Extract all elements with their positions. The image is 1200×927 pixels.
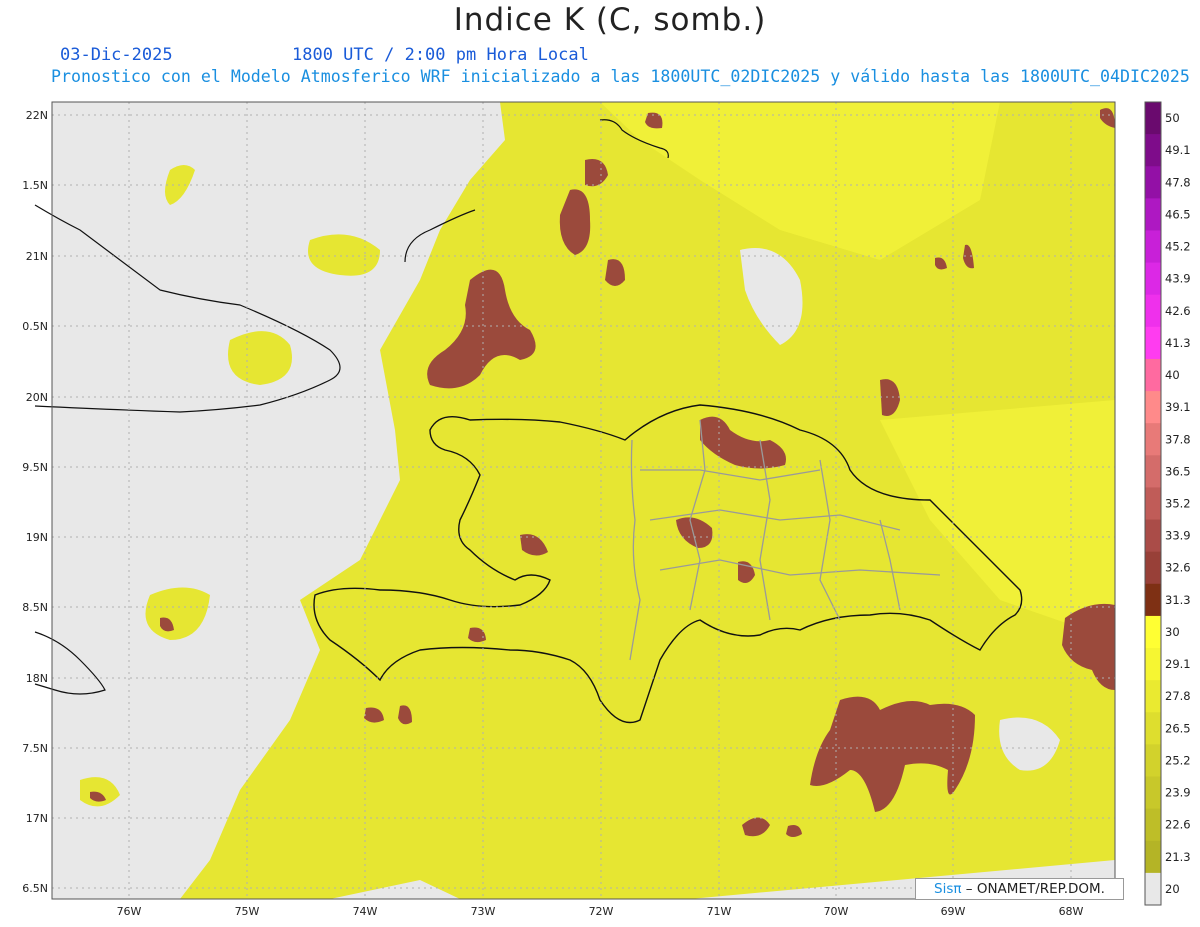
colorbar-swatch: [1145, 230, 1161, 264]
colorbar-label: 25.2: [1165, 753, 1191, 767]
colorbar-label: 22.6: [1165, 818, 1191, 832]
colorbar-swatch: [1145, 455, 1161, 488]
colorbar-label: 35.2: [1165, 497, 1191, 511]
lat-ticks: 22N 1.5N 21N 0.5N 20N 9.5N 19N 8.5N 18N …: [22, 109, 48, 895]
colorbar-swatch: [1145, 358, 1161, 392]
colorbar-swatch: [1145, 326, 1161, 360]
lat-tick: 22N: [26, 109, 48, 122]
colorbar-label: 43.9: [1165, 272, 1191, 286]
colorbar-label: 32.6: [1165, 561, 1191, 575]
colorbar-label: 26.5: [1165, 721, 1191, 735]
colorbar-swatch: [1145, 487, 1161, 521]
colorbar-swatch: [1145, 744, 1161, 778]
colorbar-label: 33.9: [1165, 529, 1191, 543]
colorbar-swatch: [1145, 391, 1161, 424]
colorbar-swatch: [1145, 102, 1161, 135]
colorbar-label: 40: [1165, 368, 1180, 382]
lon-tick: 70W: [824, 905, 849, 918]
lat-tick: 20N: [26, 391, 48, 404]
colorbar-swatch: [1145, 840, 1161, 874]
lon-tick: 72W: [589, 905, 614, 918]
colorbar-label: 29.1: [1165, 657, 1191, 671]
lat-tick: 21N: [26, 250, 48, 263]
lon-tick: 71W: [707, 905, 732, 918]
colorbar-swatch: [1145, 583, 1161, 617]
colorbar-swatch: [1145, 551, 1161, 585]
colorbar: 50 49.1 47.8 46.5 45.2 43.9 42.6 41.3 40 39.1 37.8…: [1144, 101, 1191, 906]
colorbar-label: 42.6: [1165, 304, 1191, 318]
colorbar-swatch: [1145, 872, 1161, 906]
credit-box: Sisπ – ONAMET/REP.DOM.: [915, 878, 1124, 900]
colorbar-label: 30: [1165, 625, 1180, 639]
credit-org: – ONAMET/REP.DOM.: [961, 881, 1105, 897]
lat-tick: 0.5N: [22, 320, 48, 333]
colorbar-swatch: [1145, 198, 1161, 231]
colorbar-label: 45.2: [1165, 240, 1191, 254]
lat-tick: 18N: [26, 672, 48, 685]
colorbar-label: 23.9: [1165, 786, 1191, 800]
lon-tick: 68W: [1059, 905, 1084, 918]
colorbar-label: 36.5: [1165, 464, 1191, 478]
lat-tick: 8.5N: [22, 601, 48, 614]
colorbar-swatch: [1145, 294, 1161, 328]
colorbar-label: 37.8: [1165, 432, 1191, 446]
lon-ticks: 76W 75W 74W 73W 72W 71W 70W 69W 68W: [117, 905, 1084, 918]
credit-sis: Sisπ: [934, 881, 962, 897]
colorbar-swatch: [1145, 166, 1161, 199]
lat-tick: 1.5N: [22, 179, 48, 192]
lat-tick: 6.5N: [22, 882, 48, 895]
lon-tick: 73W: [471, 905, 496, 918]
colorbar-swatch: [1145, 776, 1161, 810]
lat-tick: 9.5N: [22, 461, 48, 474]
colorbar-label: 31.3: [1165, 593, 1191, 607]
colorbar-label: 41.3: [1165, 336, 1191, 350]
colorbar-label: 46.5: [1165, 207, 1191, 221]
lon-tick: 75W: [235, 905, 260, 918]
colorbar-swatch: [1145, 134, 1161, 167]
colorbar-label: 47.8: [1165, 175, 1191, 189]
colorbar-label: 50: [1165, 111, 1180, 125]
lat-tick: 19N: [26, 531, 48, 544]
colorbar-swatch: [1145, 519, 1161, 553]
lat-tick: 7.5N: [22, 742, 48, 755]
colorbar-swatch: [1145, 423, 1161, 456]
colorbar-swatch: [1145, 615, 1161, 649]
colorbar-swatch: [1145, 680, 1161, 713]
colorbar-swatch: [1145, 712, 1161, 745]
lon-tick: 74W: [353, 905, 378, 918]
colorbar-label: 49.1: [1165, 143, 1191, 157]
lon-tick: 69W: [941, 905, 966, 918]
colorbar-swatch: [1145, 808, 1161, 842]
lon-tick: 76W: [117, 905, 142, 918]
colorbar-label: 21.3: [1165, 850, 1191, 864]
colorbar-swatch: [1145, 648, 1161, 681]
colorbar-label: 27.8: [1165, 689, 1191, 703]
k-index-map: 76W 75W 74W 73W 72W 71W 70W 69W 68W 22N …: [22, 101, 1191, 918]
colorbar-label: 20: [1165, 882, 1180, 896]
colorbar-swatch: [1145, 262, 1161, 296]
lat-tick: 17N: [26, 812, 48, 825]
colorbar-label: 39.1: [1165, 400, 1191, 414]
